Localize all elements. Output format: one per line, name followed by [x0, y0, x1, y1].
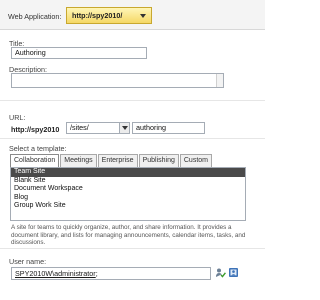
url-prefix: http://spy2010: [11, 125, 60, 134]
chevron-down-icon: [140, 14, 146, 18]
chevron-down-icon: [119, 123, 129, 133]
tab-enterprise[interactable]: Enterprise: [97, 154, 138, 167]
description-scrollbar[interactable]: [216, 74, 223, 87]
user-section: User name: SPY2010W\administrator;: [0, 248, 265, 300]
site-name-input[interactable]: authoring: [132, 122, 205, 134]
user-name-label: User name:: [9, 257, 47, 266]
title-description-section: Title: Authoring Description:: [0, 30, 265, 96]
resolved-user[interactable]: SPY2010W\administrator: [15, 269, 96, 278]
list-item[interactable]: Blank Site: [11, 177, 245, 186]
description-textarea[interactable]: [11, 73, 224, 88]
web-application-bar: Web Application: http://spy2010/: [0, 0, 265, 30]
url-label: URL:: [9, 113, 26, 122]
tab-publishing[interactable]: Publishing: [138, 154, 179, 167]
user-separator: ;: [95, 269, 98, 278]
template-section: Select a template: Collaboration Meeting…: [0, 138, 265, 248]
check-names-icon[interactable]: [215, 267, 226, 278]
title-value: Authoring: [15, 48, 46, 57]
tab-meetings[interactable]: Meetings: [60, 154, 97, 167]
web-application-label: Web Application:: [8, 12, 62, 21]
web-application-select[interactable]: http://spy2010/: [66, 7, 152, 24]
tab-collaboration[interactable]: Collaboration: [10, 154, 60, 168]
managed-path-select[interactable]: /sites/: [66, 122, 130, 134]
template-tabs: Collaboration Meetings Enterprise Publis…: [10, 154, 213, 168]
list-item[interactable]: Group Work Site: [11, 202, 245, 211]
site-name-value: authoring: [136, 123, 166, 132]
url-section: URL: http://spy2010 /sites/ authoring: [0, 100, 265, 136]
title-input[interactable]: Authoring: [11, 47, 147, 59]
list-item[interactable]: Team Site: [11, 168, 245, 177]
list-item[interactable]: Blog: [11, 194, 245, 203]
web-application-value: http://spy2010/: [72, 11, 123, 20]
managed-path-value: /sites/: [70, 123, 89, 132]
template-label: Select a template:: [9, 144, 67, 153]
address-book-icon[interactable]: [228, 267, 239, 278]
tab-custom[interactable]: Custom: [179, 154, 212, 167]
template-list[interactable]: Team Site Blank Site Document Workspace …: [10, 167, 246, 221]
user-name-input[interactable]: SPY2010W\administrator;: [11, 267, 211, 280]
list-item[interactable]: Document Workspace: [11, 185, 245, 194]
template-description: A site for teams to quickly organize, au…: [11, 224, 246, 246]
